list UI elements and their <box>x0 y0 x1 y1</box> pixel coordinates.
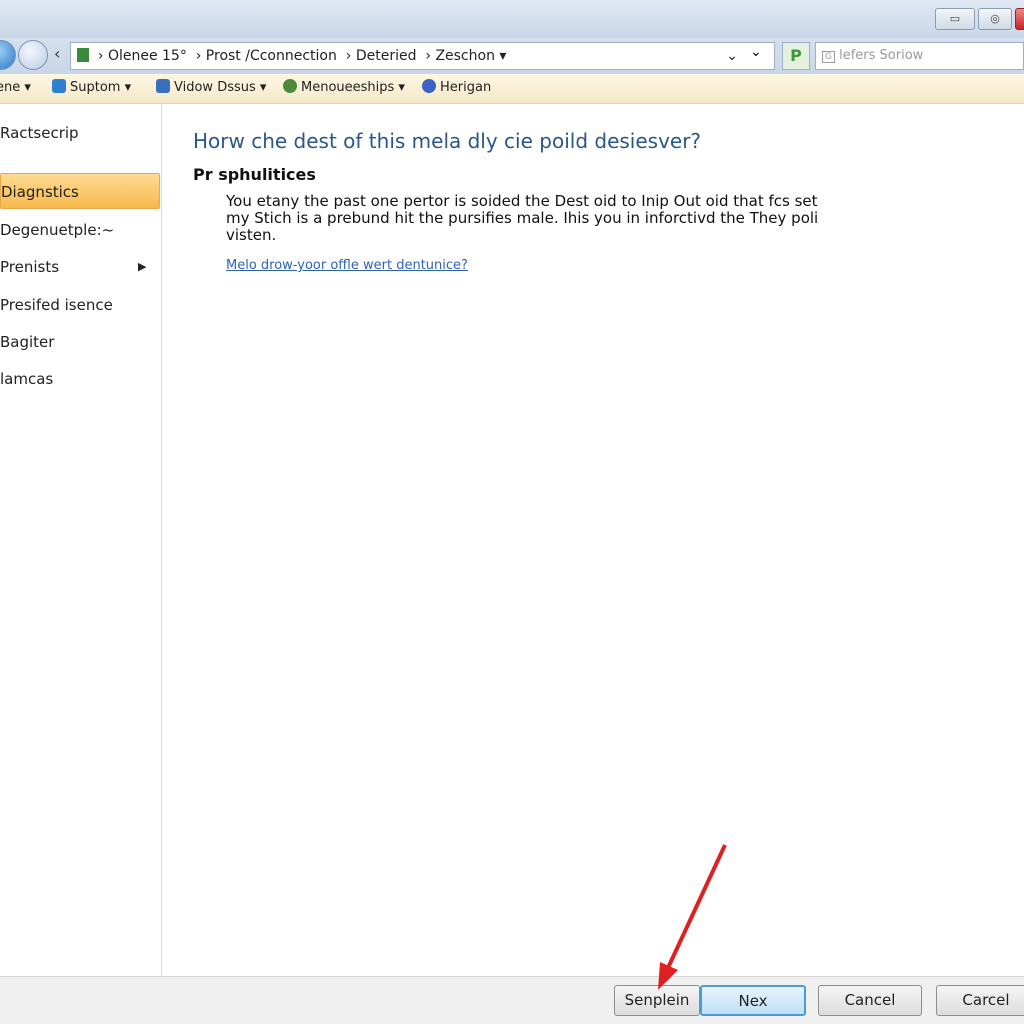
annotation-arrow <box>658 844 727 990</box>
arrow-head-icon <box>658 962 678 990</box>
arrow-shaft <box>665 844 727 971</box>
